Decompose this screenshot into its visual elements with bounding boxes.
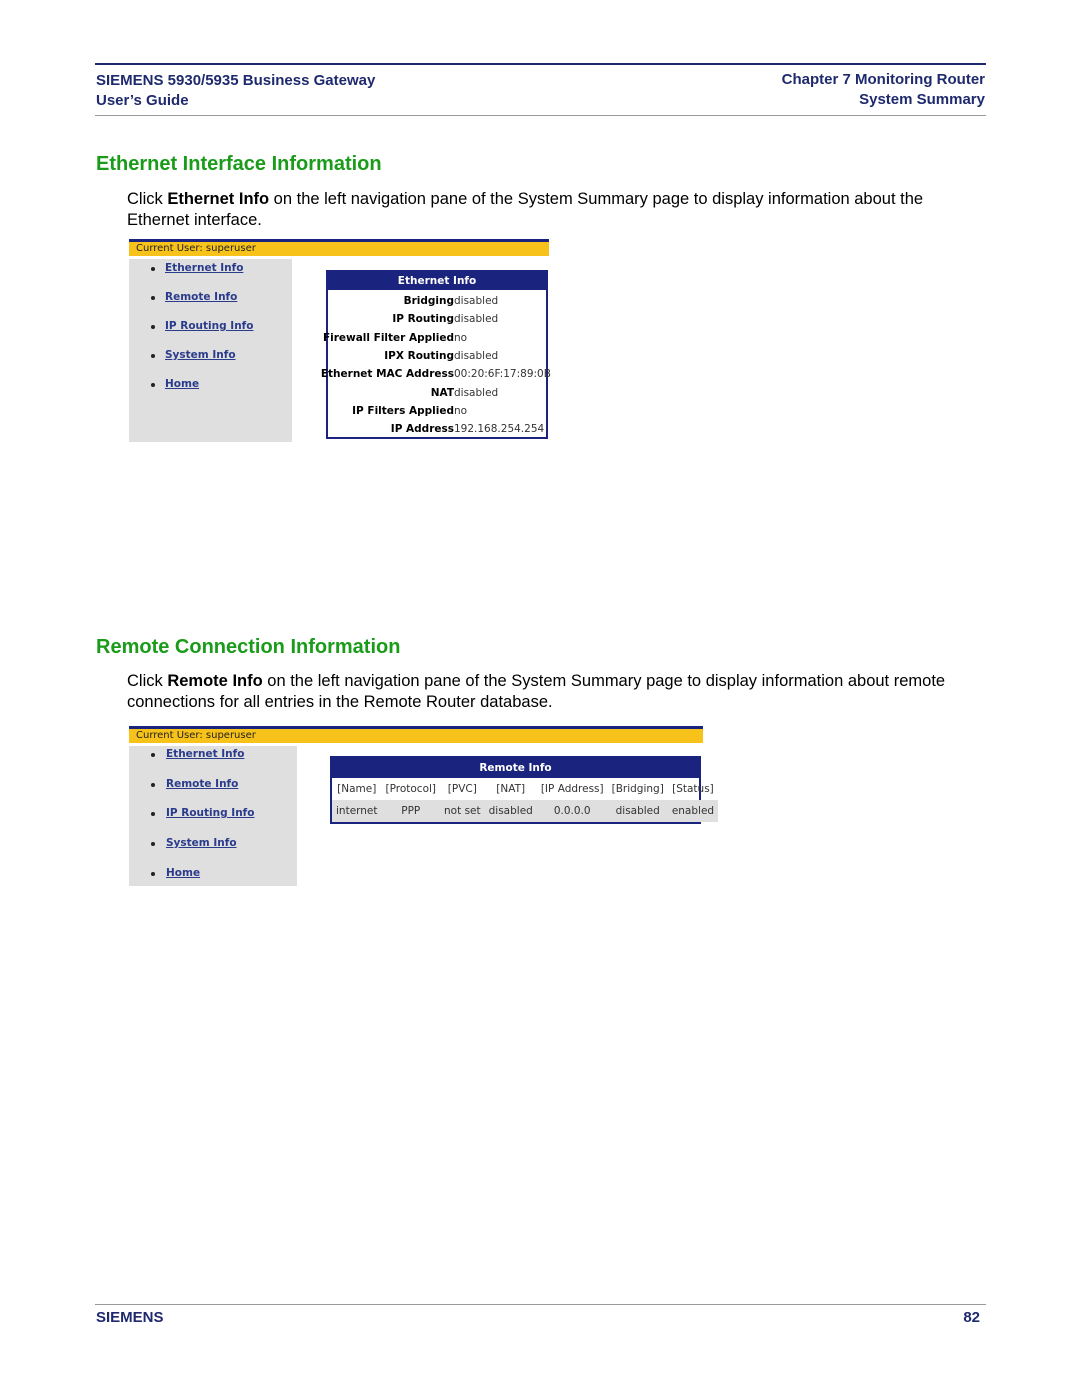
bullet-icon [151, 325, 155, 329]
header-right: Chapter 7 Monitoring Router System Summa… [782, 70, 985, 110]
ethernet-info-screenshot: Current User: superuser Ethernet Info Re… [129, 239, 551, 442]
column-header: [Bridging] [611, 783, 664, 795]
remote-info-panel: Remote Info [Name] [Protocol] [PVC] [NAT] [I… [330, 756, 719, 824]
nav-link[interactable]: Ethernet Info [165, 262, 243, 274]
info-label: IP Address [390, 423, 454, 436]
bullet-icon [151, 872, 155, 876]
bullet-icon [151, 383, 155, 387]
info-label: Firewall Filter Applied [322, 331, 454, 344]
column-header: [Protocol] [385, 783, 437, 795]
info-value: disabled [454, 349, 499, 362]
nav-link[interactable]: System Info [165, 349, 236, 361]
info-label: IP Filters Applied [352, 404, 454, 417]
nav-link[interactable]: Remote Info [165, 291, 237, 303]
column-header: [Name] [337, 783, 377, 795]
section-title-remote: Remote Connection Information [96, 636, 401, 658]
remote-info-screenshot: Current User: superuser Ethernet Info Re… [129, 726, 719, 886]
info-row: Bridging disabled [328, 292, 550, 310]
bullet-icon [151, 812, 155, 816]
info-value: disabled [454, 295, 499, 307]
info-row: IP Filters Applied no [328, 402, 550, 420]
bullet-icon [151, 783, 155, 787]
nav-link[interactable]: IP Routing Info [165, 320, 253, 332]
table-cell: internet [332, 800, 382, 822]
section-paragraph-ethernet: Click Ethernet Info on the left navigati… [127, 189, 987, 231]
info-row: IP Routing disabled [328, 310, 550, 328]
info-value: disabled [454, 386, 499, 399]
current-user-bar: Current User: superuser [129, 729, 703, 743]
info-value: disabled [454, 313, 499, 326]
header-section: System Summary [859, 91, 985, 108]
para-text: Click [127, 672, 168, 690]
panel-title: Remote Info [332, 758, 699, 778]
info-value: 00:20:6F:17:89:0B [454, 368, 551, 381]
info-label: NAT [430, 386, 454, 399]
header-rule-top [95, 63, 986, 65]
nav-link[interactable]: System Info [166, 837, 237, 849]
current-user-bar: Current User: superuser [129, 242, 549, 256]
nav-pane: Ethernet Info Remote Info IP Routing Inf… [129, 746, 297, 886]
info-row: IPX Routing disabled [328, 347, 550, 365]
info-row: Firewall Filter Applied no [323, 329, 550, 347]
table-cell: disabled [607, 800, 668, 822]
section-paragraph-remote: Click Remote Info on the left navigation… [127, 671, 987, 713]
para-text: Click [127, 190, 168, 208]
info-row: Ethernet MAC Address 00:20:6F:17:89:0B [321, 365, 551, 383]
bullet-icon [151, 296, 155, 300]
nav-link[interactable]: Ethernet Info [166, 748, 244, 760]
info-row: NAT disabled [328, 384, 550, 402]
bullet-icon [151, 753, 155, 757]
panel-title: Ethernet Info [328, 272, 546, 290]
para-bold: Remote Info [167, 672, 263, 690]
nav-link[interactable]: Home [166, 867, 200, 879]
footer-brand: SIEMENS [96, 1309, 164, 1326]
bullet-icon [151, 842, 155, 846]
bullet-icon [151, 354, 155, 358]
info-label: Bridging [403, 295, 454, 307]
table-cell: 0.0.0.0 [536, 800, 608, 822]
table-header-row: [Name] [Protocol] [PVC] [NAT] [IP Address] [B… [332, 778, 718, 800]
table-cell: PPP [381, 800, 441, 822]
column-header: [PVC] [447, 783, 477, 795]
nav-link[interactable]: Home [165, 378, 199, 390]
header-product: SIEMENS 5930/5935 Business Gateway [96, 72, 376, 89]
info-value: no [454, 331, 468, 344]
ethernet-info-panel: Ethernet Info Bridging disabled IP Routing… [321, 270, 551, 439]
info-row: IP Address 192.168.254.254 [328, 420, 550, 438]
column-header: [IP Address] [540, 783, 604, 795]
nav-link[interactable]: IP Routing Info [166, 807, 254, 819]
info-label: Ethernet MAC Address [320, 368, 454, 381]
header-left: SIEMENS 5930/5935 Business Gateway User’… [96, 71, 375, 111]
section-title-ethernet: Ethernet Interface Information [96, 153, 382, 175]
table-row: internet PPP not set disabled 0.0.0.0 disable… [332, 800, 719, 822]
page-number: 82 [963, 1309, 980, 1326]
column-header: [NAT] [496, 783, 526, 795]
nav-pane: Ethernet Info Remote Info IP Routing Inf… [129, 259, 292, 442]
footer-rule [95, 1304, 986, 1305]
bullet-icon [151, 267, 155, 271]
remote-info-table: [Name] [Protocol] [PVC] [NAT] [IP Address] [B… [332, 778, 719, 822]
nav-link[interactable]: Remote Info [166, 778, 238, 790]
table-cell: disabled [484, 800, 537, 822]
para-bold: Ethernet Info [167, 190, 270, 208]
table-cell: enabled [667, 800, 719, 822]
info-value: 192.168.254.254 [454, 423, 545, 436]
column-header: [Status] [672, 783, 714, 795]
table-cell: not set [440, 800, 485, 822]
info-value: no [454, 404, 468, 417]
header-chapter: Chapter 7 Monitoring Router [781, 71, 985, 88]
info-label: IPX Routing [384, 349, 454, 362]
header-guide: User’s Guide [96, 92, 189, 109]
table-body: internet PPP not set disabled 0.0.0.0 disable… [332, 800, 719, 822]
info-label: IP Routing [392, 313, 454, 326]
header-rule-bottom [95, 115, 986, 116]
